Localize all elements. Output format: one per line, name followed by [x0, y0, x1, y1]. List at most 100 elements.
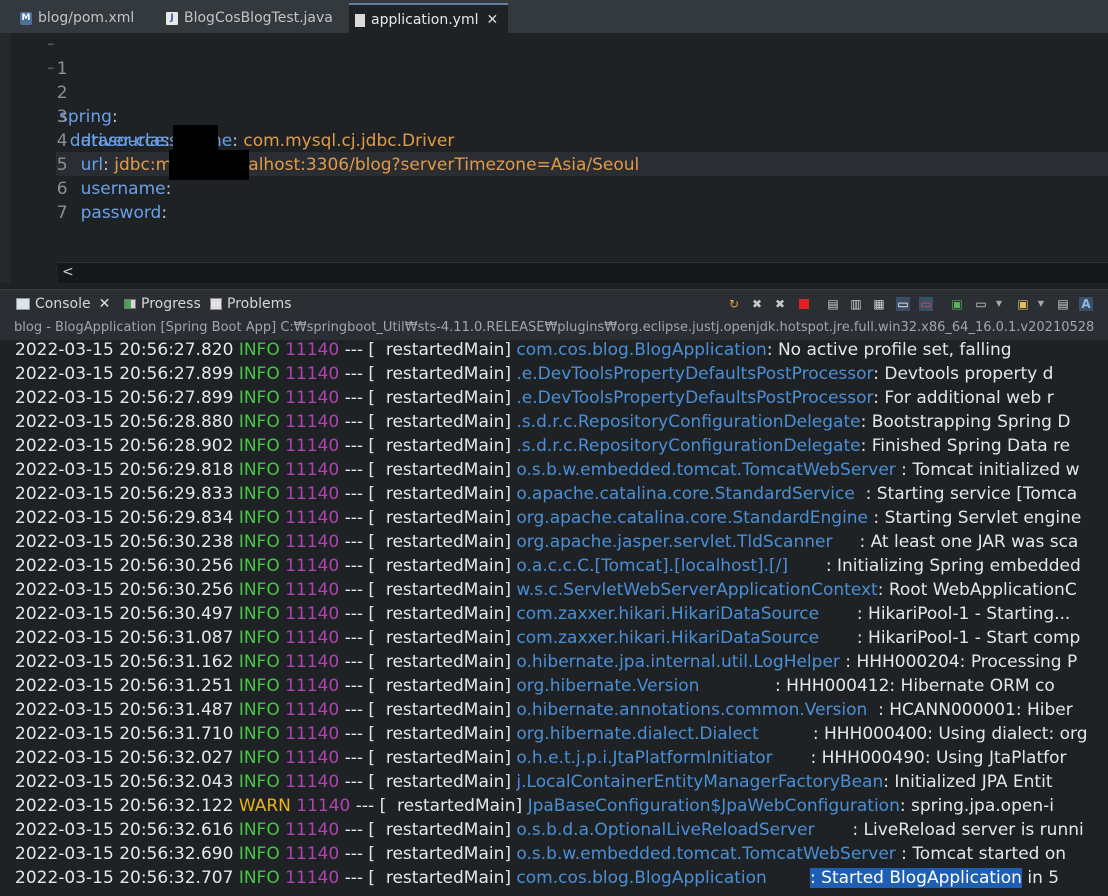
- view-menu-icon[interactable]: ▤: [1056, 297, 1070, 311]
- scroll-left-icon[interactable]: <: [62, 264, 74, 280]
- log-timestamp: 2022-03-15 20:56:27.899: [15, 388, 234, 408]
- log-timestamp: 2022-03-15 20:56:31.251: [15, 676, 234, 696]
- code-line: 2 − datasource:: [10, 57, 170, 152]
- terminate-icon[interactable]: [797, 297, 811, 311]
- clear-console-icon[interactable]: ▤: [826, 297, 840, 311]
- log-thread: [ restartedMain]: [368, 364, 511, 384]
- editor-left-margin: [0, 33, 10, 283]
- log-message: : Initialized JPA Entit: [883, 772, 1053, 792]
- selected-text: : Started BlogApplication: [810, 868, 1022, 888]
- log-pid: 11140: [285, 868, 340, 888]
- log-line: 2022-03-15 20:56:28.902 INFO 11140 --- […: [15, 436, 1071, 456]
- log-pid: 11140: [285, 748, 340, 768]
- log-level: INFO: [238, 508, 280, 528]
- tab-progress[interactable]: Progress: [124, 296, 201, 312]
- display-console-icon[interactable]: ▭: [974, 297, 988, 311]
- editor-tab-bar: M blog/pom.xml J BlogCosBlogTest.java ap…: [0, 0, 1108, 35]
- yaml-key: username: [59, 179, 166, 199]
- fold-icon[interactable]: −: [47, 41, 55, 50]
- log-pid: 11140: [285, 412, 340, 432]
- editor-horizontal-scrollbar[interactable]: <: [58, 262, 1108, 283]
- log-level: INFO: [238, 844, 280, 864]
- log-timestamp: 2022-03-15 20:56:28.902: [15, 436, 234, 456]
- log-logger: .e.DevToolsPropertyDefaultsPostProcessor: [516, 388, 874, 408]
- log-logger: .s.d.r.c.RepositoryConfigurationDelegate: [516, 412, 861, 432]
- tab-problems[interactable]: Problems: [210, 296, 292, 312]
- log-logger: j.LocalContainerEntityManagerFactoryBean: [516, 772, 884, 792]
- tab-blogcosblogtest-java[interactable]: J BlogCosBlogTest.java: [160, 4, 333, 32]
- log-timestamp: 2022-03-15 20:56:28.880: [15, 412, 234, 432]
- log-pid: 11140: [285, 532, 340, 552]
- log-pid: 11140: [285, 508, 340, 528]
- log-level: INFO: [238, 772, 280, 792]
- log-line: 2022-03-15 20:56:27.899 INFO 11140 --- […: [15, 364, 1054, 384]
- log-thread: [ restartedMain]: [368, 772, 511, 792]
- yaml-colon: :: [165, 179, 172, 199]
- console-output[interactable]: 2022-03-15 20:56:27.820 INFO 11140 --- […: [0, 340, 1108, 896]
- close-icon[interactable]: ✕: [99, 296, 111, 312]
- yaml-colon: :: [111, 107, 118, 127]
- log-line: 2022-03-15 20:56:30.238 INFO 11140 --- […: [15, 532, 1079, 552]
- log-line: 2022-03-15 20:56:27.899 INFO 11140 --- […: [15, 388, 1054, 408]
- chevron-down-icon[interactable]: ▼: [1034, 297, 1048, 311]
- log-logger: com.cos.blog.BlogApplication: [516, 340, 767, 360]
- log-timestamp: 2022-03-15 20:56:27.899: [15, 364, 234, 384]
- scroll-lock-icon[interactable]: ▥: [849, 297, 863, 311]
- log-timestamp: 2022-03-15 20:56:29.833: [15, 484, 234, 504]
- log-line: 2022-03-15 20:56:27.820 INFO 11140 --- […: [15, 340, 1012, 360]
- relaunch-icon[interactable]: ↻: [727, 297, 741, 311]
- log-timestamp: 2022-03-15 20:56:30.256: [15, 556, 234, 576]
- tab-application-yml[interactable]: application.yml ✕: [349, 3, 509, 35]
- log-level: INFO: [238, 820, 280, 840]
- log-message: : For additional web r: [873, 388, 1054, 408]
- problems-icon: [210, 298, 222, 310]
- tab-label: BlogCosBlogTest.java: [184, 10, 333, 26]
- word-wrap-icon[interactable]: ▦: [872, 297, 886, 311]
- log-line: 2022-03-15 20:56:32.027 INFO 11140 --- […: [15, 748, 1067, 768]
- log-level: INFO: [238, 532, 280, 552]
- log-pid: 11140: [285, 340, 340, 360]
- show-on-stdout-icon[interactable]: ▭: [896, 297, 910, 311]
- log-timestamp: 2022-03-15 20:56:27.820: [15, 340, 234, 360]
- remove-all-launches-icon[interactable]: ✖: [773, 297, 787, 311]
- open-console-icon[interactable]: ▣: [1016, 297, 1030, 311]
- log-message: : Initializing Spring embedded: [788, 556, 1081, 576]
- pin-console-icon[interactable]: ▣: [950, 297, 964, 311]
- yaml-colon: :: [161, 203, 168, 223]
- log-timestamp: 2022-03-15 20:56:31.487: [15, 700, 234, 720]
- yaml-editor[interactable]: 1 − spring: 2 − datasource: 3 driver-cla…: [10, 33, 1108, 261]
- chevron-down-icon[interactable]: ▼: [992, 297, 1006, 311]
- log-logger: o.hibernate.jpa.internal.util.LogHelper: [516, 652, 840, 672]
- log-level: INFO: [238, 388, 280, 408]
- maven-file-icon: M: [20, 11, 32, 25]
- fold-icon[interactable]: −: [47, 65, 55, 74]
- log-line: 2022-03-15 20:56:29.833 INFO 11140 --- […: [15, 484, 1078, 504]
- yaml-file-icon: [355, 13, 365, 27]
- font-size-icon[interactable]: A: [1079, 297, 1093, 311]
- show-on-stderr-icon[interactable]: ▭: [919, 297, 933, 311]
- log-pid: 11140: [285, 844, 340, 864]
- log-line: 2022-03-15 20:56:31.087 INFO 11140 --- […: [15, 628, 1081, 648]
- close-icon[interactable]: ✕: [487, 12, 499, 28]
- log-logger: org.hibernate.dialect.Dialect: [516, 724, 759, 744]
- log-logger: .s.d.r.c.RepositoryConfigurationDelegate: [516, 436, 861, 456]
- log-logger: w.s.c.ServletWebServerApplicationContext: [516, 580, 878, 600]
- line-number: 7: [56, 203, 68, 223]
- remove-launch-icon[interactable]: ✖: [750, 297, 764, 311]
- tab-pom-xml[interactable]: M blog/pom.xml: [14, 4, 134, 32]
- log-level: INFO: [238, 748, 280, 768]
- log-timestamp: 2022-03-15 20:56:32.043: [15, 772, 234, 792]
- console-tab-bar: Console ✕ Progress Problems ↻ ✖ ✖ ▤ ▥ ▦ …: [0, 289, 1108, 320]
- log-thread: [ restartedMain]: [368, 868, 511, 888]
- log-logger: o.s.b.w.embedded.tomcat.TomcatWebServer: [516, 460, 896, 480]
- log-message: : HikariPool-1 - Start comp: [819, 628, 1081, 648]
- log-timestamp: 2022-03-15 20:56:32.122: [15, 796, 234, 816]
- yaml-colon: :: [103, 155, 115, 175]
- log-level: INFO: [238, 724, 280, 744]
- log-thread: [ restartedMain]: [368, 340, 511, 360]
- log-message: : At least one JAR was sca: [832, 532, 1079, 552]
- log-message: [767, 868, 810, 888]
- tab-console[interactable]: Console ✕: [16, 296, 110, 312]
- log-line: 2022-03-15 20:56:31.710 INFO 11140 --- […: [15, 724, 1088, 744]
- log-timestamp: 2022-03-15 20:56:32.616: [15, 820, 234, 840]
